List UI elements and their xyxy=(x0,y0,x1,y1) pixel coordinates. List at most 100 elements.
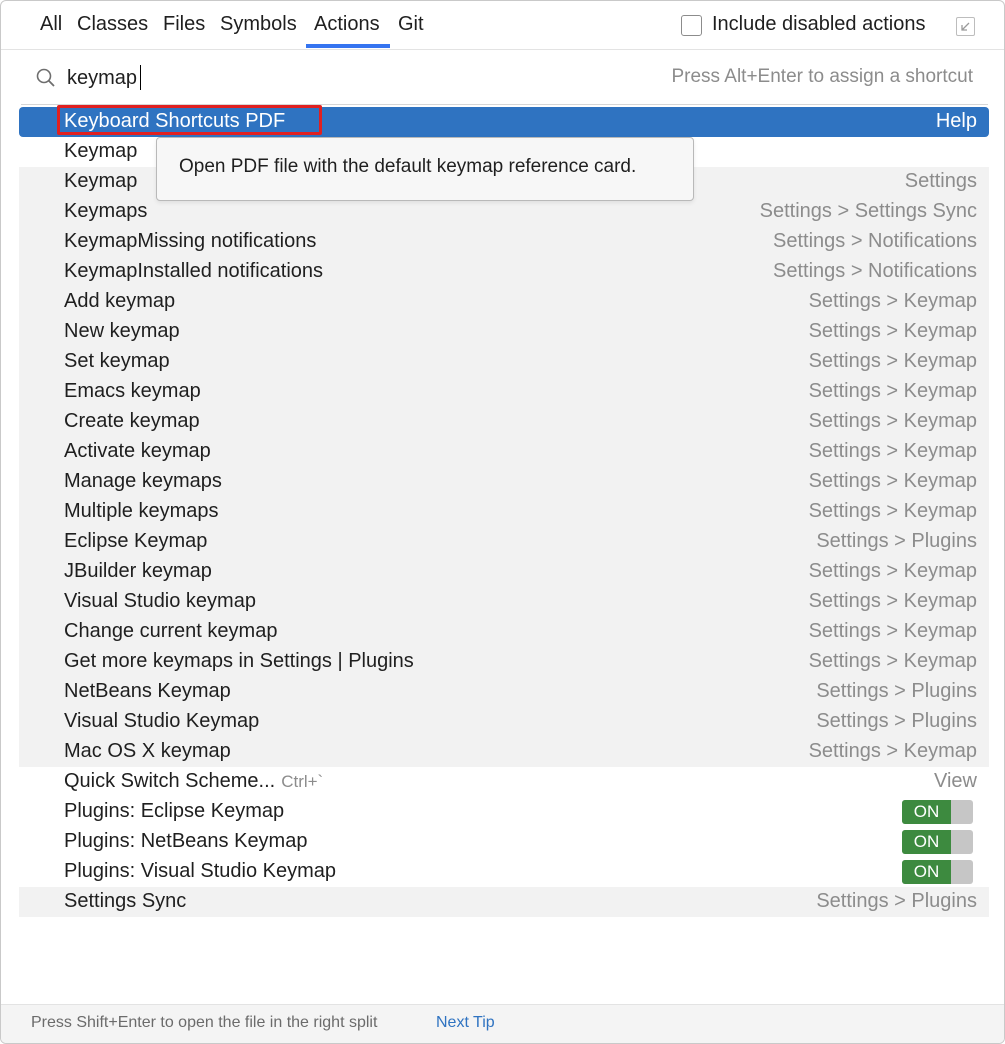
result-location: View xyxy=(934,770,977,792)
result-name: Create keymap xyxy=(64,410,200,432)
result-name: Emacs keymap xyxy=(64,380,201,402)
tab-git[interactable]: Git xyxy=(398,13,424,36)
result-location: Settings > Plugins xyxy=(816,530,977,552)
footer-hint: Press Shift+Enter to open the file in th… xyxy=(31,1014,378,1031)
plugin-toggle[interactable]: ON xyxy=(902,860,973,884)
tab-symbols[interactable]: Symbols xyxy=(220,13,297,36)
result-row[interactable]: Plugins: Eclipse Keymap ON xyxy=(19,797,989,827)
result-name: Plugins: Eclipse Keymap xyxy=(64,800,285,822)
result-name: Visual Studio keymap xyxy=(64,590,256,612)
result-location: Settings xyxy=(904,170,977,192)
result-name: Activate keymap xyxy=(64,440,211,462)
footer: Press Shift+Enter to open the file in th… xyxy=(1,1004,1004,1043)
result-location: Settings > Keymap xyxy=(808,290,977,312)
result-location: Settings > Keymap xyxy=(808,500,977,522)
result-name: Plugins: NetBeans Keymap xyxy=(64,830,308,852)
tab-bar: All Classes Files Symbols Actions Git In… xyxy=(1,1,1004,50)
result-name: Plugins: Visual Studio Keymap xyxy=(64,860,337,882)
result-name: Visual Studio Keymap xyxy=(64,710,260,732)
result-location: Settings > Keymap xyxy=(808,560,977,582)
result-row[interactable]: NetBeans Keymap Settings > Plugins xyxy=(19,677,989,707)
next-tip-link[interactable]: Next Tip xyxy=(436,1014,495,1032)
result-name: NetBeans Keymap xyxy=(64,680,231,702)
result-row[interactable]: KeymapInstalled notifications Settings >… xyxy=(19,257,989,287)
highlight-box xyxy=(57,105,322,135)
result-location: Settings > Notifications xyxy=(773,230,977,252)
result-location: Settings > Keymap xyxy=(808,410,977,432)
toggle-on-label: ON xyxy=(902,830,951,854)
include-disabled-label[interactable]: Include disabled actions xyxy=(712,13,925,36)
search-hint: Press Alt+Enter to assign a shortcut xyxy=(671,66,973,87)
result-name: KeymapMissing notifications xyxy=(64,230,317,252)
result-name: Get more keymaps in Settings | Plugins xyxy=(64,650,414,672)
result-name: Settings Sync xyxy=(64,890,187,912)
result-row[interactable]: Quick Switch Scheme... Ctrl+` View xyxy=(19,767,989,797)
result-name: Eclipse Keymap xyxy=(64,530,208,552)
result-row[interactable]: Visual Studio keymap Settings > Keymap xyxy=(19,587,989,617)
result-location: Help xyxy=(935,110,977,132)
action-name: Quick Switch Scheme... xyxy=(64,770,276,792)
result-row[interactable]: Visual Studio Keymap Settings > Plugins xyxy=(19,707,989,737)
result-name: KeymapInstalled notifications xyxy=(64,260,324,282)
result-row[interactable]: Mac OS X keymap Settings > Keymap xyxy=(19,737,989,767)
results-list: Keyboard Shortcuts PDF Help Keymap Keyma… xyxy=(19,105,989,917)
result-row[interactable]: JBuilder keymap Settings > Keymap xyxy=(19,557,989,587)
result-location: Settings > Keymap xyxy=(808,620,977,642)
tab-actions[interactable]: Actions xyxy=(314,13,380,36)
tooltip-text: Open PDF file with the default keymap re… xyxy=(179,156,637,177)
tooltip: Open PDF file with the default keymap re… xyxy=(156,137,694,201)
result-name: Quick Switch Scheme... Ctrl+` xyxy=(64,770,323,793)
result-location: Settings > Keymap xyxy=(808,470,977,492)
result-location: Settings > Settings Sync xyxy=(759,200,977,222)
result-row-selected[interactable]: Keyboard Shortcuts PDF Help xyxy=(19,105,989,137)
result-location: Settings > Keymap xyxy=(808,740,977,762)
result-row[interactable]: Emacs keymap Settings > Keymap xyxy=(19,377,989,407)
result-location: Settings > Keymap xyxy=(808,590,977,612)
result-name: Change current keymap xyxy=(64,620,278,642)
plugin-toggle[interactable]: ON xyxy=(902,800,973,824)
result-row[interactable]: New keymap Settings > Keymap xyxy=(19,317,989,347)
result-name: Keymaps xyxy=(64,200,148,222)
text-caret xyxy=(140,65,141,90)
result-row[interactable]: Plugins: Visual Studio Keymap ON xyxy=(19,857,989,887)
result-name: JBuilder keymap xyxy=(64,560,212,582)
result-row[interactable]: Settings Sync Settings > Plugins xyxy=(19,887,989,917)
plugin-toggle[interactable]: ON xyxy=(902,830,973,854)
result-name: Set keymap xyxy=(64,350,170,372)
result-name: Keymap xyxy=(64,170,138,192)
result-row[interactable]: Add keymap Settings > Keymap xyxy=(19,287,989,317)
result-name: Mac OS X keymap xyxy=(64,740,231,762)
result-location: Settings > Keymap xyxy=(808,320,977,342)
toggle-on-label: ON xyxy=(902,800,951,824)
result-row[interactable]: Set keymap Settings > Keymap xyxy=(19,347,989,377)
result-row[interactable]: Change current keymap Settings > Keymap xyxy=(19,617,989,647)
result-name: New keymap xyxy=(64,320,180,342)
tab-classes[interactable]: Classes xyxy=(77,13,148,36)
search-icon xyxy=(35,67,57,94)
toggle-on-label: ON xyxy=(902,860,951,884)
search-everywhere-popup: All Classes Files Symbols Actions Git In… xyxy=(0,0,1005,1044)
result-row[interactable]: Get more keymaps in Settings | Plugins S… xyxy=(19,647,989,677)
result-row[interactable]: Multiple keymaps Settings > Keymap xyxy=(19,497,989,527)
result-name: Add keymap xyxy=(64,290,176,312)
result-location: Settings > Plugins xyxy=(816,890,977,912)
result-row[interactable]: Manage keymaps Settings > Keymap xyxy=(19,467,989,497)
result-location: Settings > Plugins xyxy=(816,680,977,702)
result-name: Manage keymaps xyxy=(64,470,222,492)
result-row[interactable]: KeymapMissing notifications Settings > N… xyxy=(19,227,989,257)
open-in-window-icon[interactable] xyxy=(956,17,975,36)
result-row[interactable]: Plugins: NetBeans Keymap ON xyxy=(19,827,989,857)
result-row[interactable]: Eclipse Keymap Settings > Plugins xyxy=(19,527,989,557)
search-input[interactable] xyxy=(67,63,607,93)
include-disabled-checkbox[interactable] xyxy=(681,15,702,36)
result-row[interactable]: Activate keymap Settings > Keymap xyxy=(19,437,989,467)
result-row[interactable]: Create keymap Settings > Keymap xyxy=(19,407,989,437)
tab-files[interactable]: Files xyxy=(163,13,205,36)
result-location: Settings > Notifications xyxy=(773,260,977,282)
result-row[interactable]: Keymaps Settings > Settings Sync xyxy=(19,197,989,227)
result-location: Settings > Keymap xyxy=(808,440,977,462)
shortcut-label: Ctrl+` xyxy=(281,772,324,791)
tab-all[interactable]: All xyxy=(40,13,62,36)
result-name: Keymap xyxy=(64,140,138,162)
result-location: Settings > Keymap xyxy=(808,650,977,672)
